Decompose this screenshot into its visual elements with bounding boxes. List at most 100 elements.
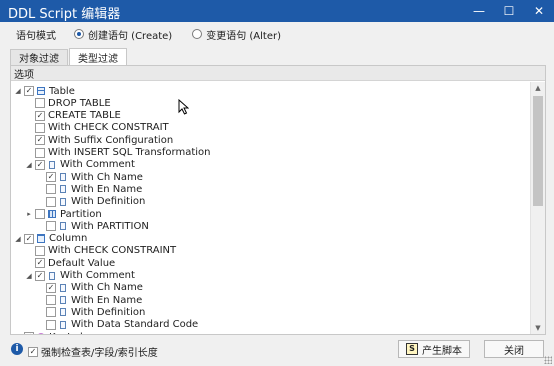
tree-row[interactable]: With Definition [36, 306, 145, 318]
tree-checkbox[interactable] [35, 98, 45, 109]
tab-object-filter[interactable]: 对象过滤 [10, 49, 68, 65]
tree-row-label[interactable]: CREATE TABLE [48, 110, 121, 121]
tree-checkbox[interactable] [35, 245, 45, 256]
expand-toggle-icon[interactable]: ◢ [25, 161, 33, 169]
close-button[interactable]: 关闭 [484, 340, 544, 358]
tree-row[interactable]: With PARTITION [36, 220, 149, 232]
tree-row-label[interactable]: With CHECK CONSTRAIT [48, 122, 169, 133]
enforce-length-label[interactable]: 强制检查表/字段/索引长度 [41, 344, 158, 359]
tree-row[interactable]: With Data Standard Code [36, 319, 198, 331]
tree-row[interactable]: ◢ ✓ Table [14, 85, 75, 97]
tree-checkbox[interactable]: ✓ [24, 86, 34, 96]
tree-row-label[interactable]: With Ch Name [71, 172, 143, 183]
tree-row-label[interactable]: With Data Standard Code [71, 319, 198, 330]
radio-alter-label[interactable]: 变更语句 (Alter) [206, 27, 281, 42]
column-icon [37, 234, 45, 244]
tree-row-label[interactable]: With En Name [71, 184, 142, 195]
radio-alter[interactable]: 变更语句 (Alter) [192, 27, 281, 42]
tree-row[interactable]: ✓ With Suffix Configuration [25, 134, 173, 146]
comment-icon [48, 160, 56, 169]
expand-toggle-icon[interactable]: ▸ [14, 333, 22, 334]
generate-script-button[interactable]: S 产生脚本 [398, 340, 470, 358]
tree-row[interactable]: ◢ ✓ With Comment [25, 270, 135, 282]
tree-row-label[interactable]: DROP TABLE [48, 98, 111, 109]
tab-type-filter[interactable]: 类型过滤 [69, 48, 127, 65]
tree-row-label[interactable]: With CHECK CONSTRAINT [48, 245, 176, 256]
comment-icon [59, 296, 67, 305]
tree-checkbox[interactable]: ✓ [46, 282, 56, 293]
tree-checkbox[interactable]: ✓ [35, 135, 45, 146]
radio-create-circle[interactable] [74, 29, 84, 39]
tree-checkbox[interactable]: ✓ [35, 270, 45, 281]
expand-toggle-icon[interactable]: ◢ [14, 235, 22, 243]
tab-strip: 对象过滤 类型过滤 [10, 48, 128, 65]
minimize-button[interactable]: — [464, 0, 494, 22]
tree-row-label[interactable]: With Ch Name [71, 282, 143, 293]
tree-row[interactable]: With Definition [36, 196, 145, 208]
tree-row[interactable]: ◢ ✓ With Comment [25, 159, 135, 171]
tree-row[interactable]: ✓ CREATE TABLE [25, 110, 121, 122]
tree-row[interactable]: With CHECK CONSTRAIT [25, 122, 169, 134]
generate-script-label: 产生脚本 [422, 345, 462, 357]
tree-row[interactable]: With CHECK CONSTRAINT [25, 245, 176, 257]
tree-row[interactable]: DROP TABLE [25, 97, 111, 109]
tree-checkbox[interactable]: ✓ [35, 110, 45, 121]
tree-checkbox[interactable] [35, 147, 45, 158]
tree-row[interactable]: With En Name [36, 183, 142, 195]
tree-row[interactable]: ▸ Partition [25, 208, 102, 220]
scroll-down-icon[interactable]: ▼ [531, 322, 545, 334]
tree-row[interactable]: With INSERT SQL Transformation [25, 147, 210, 159]
options-column-header: 选项 [11, 66, 545, 81]
options-tree: ◢ ✓ Table DROP TABLE ✓ CREATE TABLE With CHECK… [11, 82, 529, 334]
tree-row[interactable]: ✓ With Ch Name [36, 171, 143, 183]
tree-checkbox[interactable] [46, 319, 56, 330]
tree-row-label[interactable]: With En Name [71, 295, 142, 306]
maximize-button[interactable]: ☐ [494, 0, 524, 22]
tree-row-label[interactable]: Partition [60, 209, 102, 220]
tree-checkbox[interactable]: ✓ [24, 332, 34, 334]
tree-checkbox[interactable] [46, 184, 56, 195]
tree-checkbox[interactable]: ✓ [46, 172, 56, 183]
enforce-length-check[interactable]: ✓ 强制检查表/字段/索引长度 [28, 344, 158, 359]
resize-grip[interactable] [544, 356, 552, 364]
tree-row[interactable]: ✓ Default Value [25, 257, 115, 269]
tree-checkbox[interactable] [46, 295, 56, 306]
tree-checkbox[interactable] [46, 307, 56, 318]
tree-row-label[interactable]: With Definition [71, 307, 145, 318]
tree-row-label[interactable]: With INSERT SQL Transformation [48, 147, 210, 158]
enforce-length-checkbox[interactable]: ✓ [28, 346, 38, 357]
tree-row-label[interactable]: Table [49, 86, 75, 97]
tree-checkbox[interactable] [35, 122, 45, 133]
tree-row-label[interactable]: Default Value [48, 258, 115, 269]
tree-row[interactable]: With En Name [36, 294, 142, 306]
script-icon: S [406, 343, 418, 355]
radio-create-label[interactable]: 创建语句 (Create) [88, 27, 172, 42]
tree-row-label[interactable]: With Comment [60, 270, 135, 281]
tree-row[interactable]: ▸✓ KeyIndex [14, 331, 95, 334]
tree-checkbox[interactable]: ✓ [24, 233, 34, 244]
radio-alter-circle[interactable] [192, 29, 203, 39]
tree-row[interactable]: ◢ ✓ Column [14, 233, 87, 245]
tree-row-label[interactable]: With Comment [60, 159, 135, 170]
tree-checkbox[interactable] [35, 209, 45, 219]
expand-toggle-icon[interactable]: ▸ [25, 210, 33, 218]
vertical-scrollbar[interactable]: ▲ ▼ [530, 82, 545, 334]
radio-create[interactable]: 创建语句 (Create) [74, 27, 172, 42]
comment-icon [59, 197, 67, 206]
tree-row-label[interactable]: Column [49, 233, 87, 244]
expand-toggle-icon[interactable]: ◢ [14, 87, 22, 95]
tree-checkbox[interactable] [46, 221, 56, 232]
scroll-thumb[interactable] [533, 96, 543, 206]
comment-icon [59, 283, 67, 292]
tree-checkbox[interactable]: ✓ [35, 159, 45, 170]
tree-checkbox[interactable]: ✓ [35, 258, 45, 269]
expand-toggle-icon[interactable]: ◢ [25, 272, 33, 280]
tree-checkbox[interactable] [46, 196, 56, 207]
close-window-button[interactable]: ✕ [524, 0, 554, 22]
tree-row-label[interactable]: With Suffix Configuration [48, 135, 173, 146]
tree-row-label[interactable]: With PARTITION [71, 221, 149, 232]
scroll-up-icon[interactable]: ▲ [531, 82, 545, 94]
tree-row-label[interactable]: KeyIndex [49, 332, 95, 335]
tree-row[interactable]: ✓ With Ch Name [36, 282, 143, 294]
tree-row-label[interactable]: With Definition [71, 196, 145, 207]
